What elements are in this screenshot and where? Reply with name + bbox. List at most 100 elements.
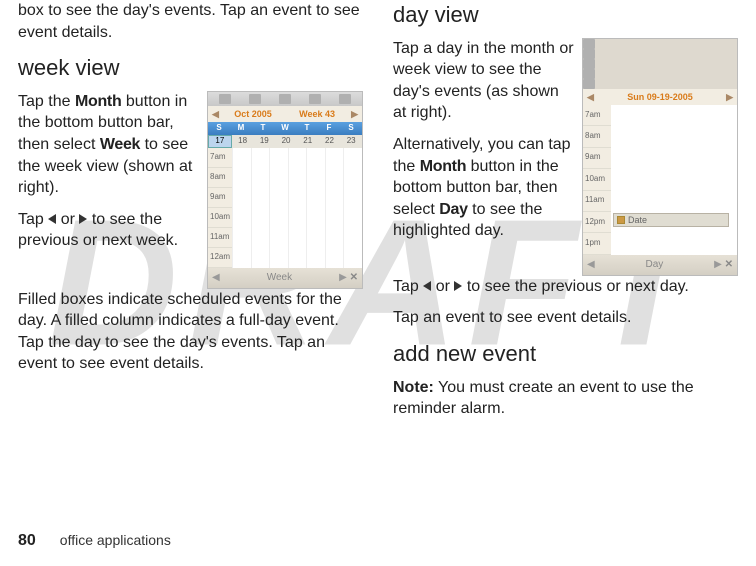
next-arrow-icon[interactable]: ▶ (349, 108, 360, 120)
week-view-heading: week view (18, 53, 363, 83)
day-column[interactable] (343, 148, 362, 268)
week-title-left: Oct 2005 (221, 108, 285, 120)
hour-label: 10am (208, 208, 232, 228)
screenshot-bottom-bar: ◀ Week ▶ ✕ (208, 268, 362, 288)
date-cell[interactable]: 20 (275, 135, 297, 148)
hour-label: 11am (208, 228, 232, 248)
status-icon (583, 49, 595, 59)
event-column[interactable]: Date (611, 105, 737, 255)
date-cell[interactable]: 22 (319, 135, 341, 148)
day-column[interactable] (232, 148, 251, 268)
prev-arrow-icon[interactable]: ◀ (585, 91, 596, 103)
text: or (56, 211, 79, 228)
status-icon (583, 79, 595, 89)
hour-label: 9am (583, 148, 611, 169)
next-arrow-icon[interactable]: ▶ (724, 91, 735, 103)
day-title-text: Sun 09-19-2005 (596, 91, 724, 103)
hour-label: 1pm (583, 233, 611, 254)
date-cell[interactable]: 18 (232, 135, 254, 148)
dow-cell: F (318, 122, 340, 135)
footer-label: office applications (60, 532, 171, 548)
hour-label: 11am (583, 191, 611, 212)
prev-arrow-icon[interactable]: ◀ (210, 108, 221, 120)
day-paragraph-4: Tap an event to see event details. (393, 307, 738, 329)
prev-arrow-icon[interactable]: ◀ (587, 258, 595, 272)
day-of-week-row: S M T W T F S (208, 122, 362, 135)
hour-label: 12pm (583, 212, 611, 233)
next-arrow-icon[interactable]: ▶ (714, 258, 722, 272)
hour-label: 10am (583, 169, 611, 190)
text: Tap the (18, 93, 75, 110)
note-paragraph: Note: You must create an event to use th… (393, 377, 738, 420)
hour-label: 8am (208, 168, 232, 188)
prev-arrow-icon[interactable]: ◀ (212, 271, 220, 285)
intro-fragment: box to see the day's events. Tap an even… (18, 0, 363, 43)
close-icon[interactable]: ✕ (347, 271, 358, 285)
status-icon (583, 39, 595, 49)
text: to see the previous or next day. (462, 278, 689, 295)
hour-label: 7am (208, 148, 232, 168)
event-block[interactable]: Date (613, 213, 729, 227)
day-column[interactable] (325, 148, 344, 268)
note-text: You must create an event to use the remi… (393, 379, 694, 418)
status-icon (339, 94, 351, 104)
day-title-bar: ◀ Sun 09-19-2005 ▶ (583, 89, 737, 105)
status-icon (219, 94, 231, 104)
event-label: Date (628, 214, 647, 226)
screenshot-statusbar (208, 92, 362, 106)
status-icon (583, 69, 595, 79)
day-column[interactable] (251, 148, 270, 268)
add-event-heading: add new event (393, 339, 738, 369)
day-grid: 7am 8am 9am 10am 11am 12pm 1pm Date (583, 105, 737, 255)
week-grid: 7am 8am 9am 10am 11am 12am (208, 148, 362, 268)
page-number: 80 (18, 532, 36, 550)
text: Tap (393, 278, 423, 295)
day-column[interactable] (306, 148, 325, 268)
status-icon (309, 94, 321, 104)
week-option-ref: Week (100, 136, 140, 153)
close-icon[interactable]: ✕ (722, 258, 733, 272)
day-column[interactable] (288, 148, 307, 268)
right-column: day view ◀ Sun 09-19-2005 ▶ 7am 8am 9am (393, 0, 738, 430)
hour-label: 12am (208, 248, 232, 268)
status-icon (249, 94, 261, 104)
dow-cell: S (340, 122, 362, 135)
note-label: Note: (393, 379, 434, 396)
hour-label: 9am (208, 188, 232, 208)
day-view-heading: day view (393, 0, 738, 30)
month-button-ref: Month (420, 158, 466, 175)
day-option-ref: Day (439, 201, 467, 218)
text: or (431, 278, 454, 295)
month-button-ref: Month (75, 93, 121, 110)
day-view-screenshot: ◀ Sun 09-19-2005 ▶ 7am 8am 9am 10am 11am… (582, 38, 738, 276)
bottom-bar-label[interactable]: Week (220, 271, 339, 285)
day-columns (232, 148, 362, 268)
date-row: 17 18 19 20 21 22 23 (208, 135, 362, 148)
left-column: box to see the day's events. Tap an even… (18, 0, 363, 430)
dow-cell: W (274, 122, 296, 135)
hour-label: 7am (583, 105, 611, 126)
status-icon (583, 59, 595, 69)
date-cell[interactable]: 23 (340, 135, 362, 148)
hour-column: 7am 8am 9am 10am 11am 12am (208, 148, 232, 268)
date-cell[interactable]: 17 (208, 135, 232, 148)
day-paragraph-3: Tap or to see the previous or next day. (393, 276, 738, 298)
bottom-bar-label[interactable]: Day (595, 258, 714, 272)
dow-cell: T (252, 122, 274, 135)
screenshot-statusbar (583, 39, 737, 89)
date-cell[interactable]: 19 (253, 135, 275, 148)
dow-cell: M (230, 122, 252, 135)
week-view-screenshot: ◀ Oct 2005 Week 43 ▶ S M T W T F S 17 18… (207, 91, 363, 289)
day-column[interactable] (269, 148, 288, 268)
status-icon (279, 94, 291, 104)
next-arrow-icon[interactable]: ▶ (339, 271, 347, 285)
page-footer: 80 office applications (18, 532, 171, 550)
week-paragraph-3: Filled boxes indicate scheduled events f… (18, 289, 363, 375)
date-cell[interactable]: 21 (297, 135, 319, 148)
week-title-right: Week 43 (285, 108, 349, 120)
dow-cell: S (208, 122, 230, 135)
hour-column: 7am 8am 9am 10am 11am 12pm 1pm (583, 105, 611, 255)
screenshot-bottom-bar: ◀ Day ▶ ✕ (583, 255, 737, 275)
text: Tap (18, 211, 48, 228)
dow-cell: T (296, 122, 318, 135)
